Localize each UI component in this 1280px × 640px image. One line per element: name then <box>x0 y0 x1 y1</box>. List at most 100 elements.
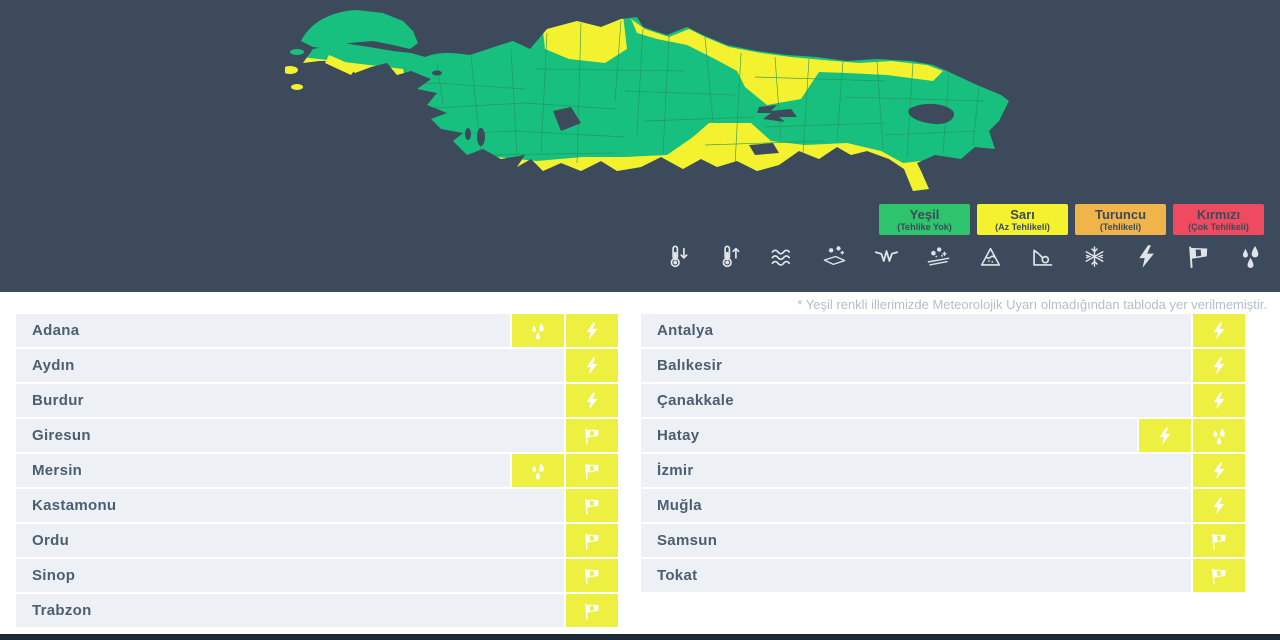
province-row: Hatay <box>641 419 1245 452</box>
province-name: Giresun <box>16 427 91 444</box>
province-row: Antalya <box>641 314 1245 347</box>
province-name: Kastamonu <box>16 497 116 514</box>
turkey-warning-map[interactable] <box>285 5 1015 195</box>
warning-cells <box>564 349 618 382</box>
wind-warning-cell[interactable] <box>1193 524 1245 557</box>
province-name: Mersin <box>16 462 82 479</box>
province-row: Tokat <box>641 559 1245 592</box>
lightning-warning-cell[interactable] <box>1193 384 1245 417</box>
map-warning-west[interactable] <box>285 55 411 191</box>
rain-warning-cell[interactable] <box>512 454 564 487</box>
warning-cells <box>1191 349 1245 382</box>
avalanche-icon <box>977 243 1004 270</box>
lightning-warning-cell[interactable] <box>1193 454 1245 487</box>
province-row: Giresun <box>16 419 618 452</box>
province-name: Adana <box>16 322 79 339</box>
rough-sea-icon <box>769 243 796 270</box>
rain-warning-cell[interactable] <box>512 314 564 347</box>
green-province-note: * Yeşil renkli illerimizde Meteorolojik … <box>797 297 1267 312</box>
lightning-warning-cell[interactable] <box>566 349 618 382</box>
map-header-panel: Yeşil(Tehlike Yok)Sarı(Az Tehlikeli)Turu… <box>0 0 1280 292</box>
risk-legend: Yeşil(Tehlike Yok)Sarı(Az Tehlikeli)Turu… <box>879 204 1264 235</box>
warning-cells <box>564 384 618 417</box>
province-name: Ordu <box>16 532 69 549</box>
province-row: Çanakkale <box>641 384 1245 417</box>
province-row: Kastamonu <box>16 489 618 522</box>
thermometer-low-icon <box>665 243 692 270</box>
province-name: Antalya <box>641 322 713 339</box>
legend-box-4: Kırmızı(Çok Tehlikeli) <box>1173 204 1264 235</box>
lightning-warning-cell[interactable] <box>1139 419 1191 452</box>
footer-bar <box>0 634 1280 640</box>
province-name: İzmir <box>641 462 694 479</box>
lightning-warning-cell[interactable] <box>1193 349 1245 382</box>
legend-box-2: Sarı(Az Tehlikeli) <box>977 204 1068 235</box>
lightning-warning-cell[interactable] <box>1193 314 1245 347</box>
warnings-table-right: Antalya Balıkesir Çanakkale Hatay İzmir Muğla… <box>641 314 1245 592</box>
legend-label: Sarı <box>1010 208 1035 222</box>
landslide-icon <box>1029 243 1056 270</box>
legend-label: Yeşil <box>910 208 940 222</box>
province-row: Samsun <box>641 524 1245 557</box>
province-row: Ordu <box>16 524 618 557</box>
legend-label: Turuncu <box>1095 208 1146 222</box>
wind-warning-cell[interactable] <box>566 524 618 557</box>
province-row: Balıkesir <box>641 349 1245 382</box>
province-row: Aydın <box>16 349 618 382</box>
province-name: Hatay <box>641 427 699 444</box>
legend-label: Kırmızı <box>1197 208 1240 222</box>
province-name: Aydın <box>16 357 75 374</box>
wind-warning-cell[interactable] <box>566 419 618 452</box>
warning-cells <box>564 524 618 557</box>
warning-cells <box>510 314 618 347</box>
warning-cells <box>564 489 618 522</box>
wind-warning-cell[interactable] <box>566 489 618 522</box>
legend-box-3: Turuncu(Tehlikeli) <box>1075 204 1166 235</box>
rain-warning-cell[interactable] <box>1193 419 1245 452</box>
warning-cells <box>510 454 618 487</box>
warning-cells <box>1137 419 1245 452</box>
province-row: Muğla <box>641 489 1245 522</box>
province-name: Samsun <box>641 532 717 549</box>
blizzard-icon <box>925 243 952 270</box>
warning-cells <box>564 419 618 452</box>
warning-cells <box>1191 384 1245 417</box>
wind-icon <box>1185 243 1212 270</box>
map-thrace[interactable] <box>301 10 418 49</box>
warning-cells <box>1191 314 1245 347</box>
warning-cells <box>1191 524 1245 557</box>
legend-sublabel: (Tehlikeli) <box>1100 222 1141 232</box>
province-name: Trabzon <box>16 602 92 619</box>
province-row: Sinop <box>16 559 618 592</box>
lightning-icon <box>1133 243 1160 270</box>
legend-sublabel: (Çok Tehlikeli) <box>1188 222 1249 232</box>
snow-icon <box>821 243 848 270</box>
warnings-table-left: Adana Aydın Burdur Giresun Mersin Kastamonu Or… <box>16 314 618 627</box>
wind-warning-cell[interactable] <box>1193 559 1245 592</box>
lightning-warning-cell[interactable] <box>566 384 618 417</box>
province-name: Sinop <box>16 567 75 584</box>
wind-warning-cell[interactable] <box>566 454 618 487</box>
warning-cells <box>564 594 618 627</box>
lightning-warning-cell[interactable] <box>566 314 618 347</box>
province-row: Trabzon <box>16 594 618 627</box>
wind-warning-cell[interactable] <box>566 594 618 627</box>
warning-cells <box>1191 454 1245 487</box>
province-name: Muğla <box>641 497 702 514</box>
province-name: Balıkesir <box>641 357 722 374</box>
warning-type-icons <box>665 243 1264 270</box>
fog-icon <box>873 243 900 270</box>
province-row: Burdur <box>16 384 618 417</box>
warning-cells <box>1191 489 1245 522</box>
rain-icon <box>1237 243 1264 270</box>
wind-warning-cell[interactable] <box>566 559 618 592</box>
legend-sublabel: (Tehlike Yok) <box>897 222 952 232</box>
province-name: Burdur <box>16 392 84 409</box>
warning-cells <box>1191 559 1245 592</box>
province-row: Adana <box>16 314 618 347</box>
lightning-warning-cell[interactable] <box>1193 489 1245 522</box>
legend-box-1: Yeşil(Tehlike Yok) <box>879 204 970 235</box>
mgm-warning-page: Yeşil(Tehlike Yok)Sarı(Az Tehlikeli)Turu… <box>0 0 1280 640</box>
legend-sublabel: (Az Tehlikeli) <box>995 222 1050 232</box>
province-row: Mersin <box>16 454 618 487</box>
